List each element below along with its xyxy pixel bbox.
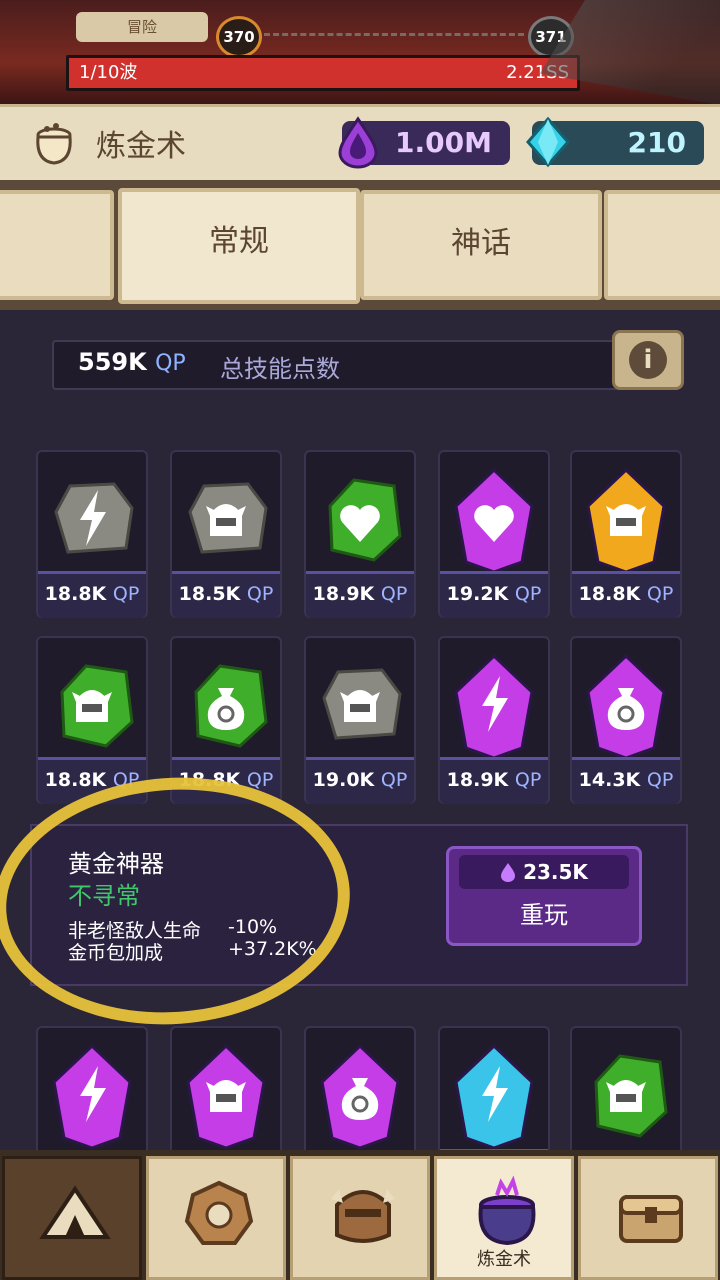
treasure-chest-icon (619, 1195, 683, 1243)
stat-value: -10% (228, 916, 278, 938)
wave-progress-bar: 1/10波 2.21SS (66, 55, 580, 91)
artifact-cost: 18.9K QP (440, 757, 548, 804)
alchemy-header: 炼金术 1.00M 210 (0, 104, 720, 184)
artifact-slot[interactable] (36, 1026, 148, 1166)
purple-gem (586, 653, 666, 760)
essence-drop-icon (338, 116, 378, 169)
artifact-slot[interactable]: 19.0K QP (304, 636, 416, 804)
artifact-cost: 14.3K QP (572, 757, 680, 804)
artifact-cost: 18.8K QP (572, 571, 680, 618)
current-level-badge: 370 (216, 16, 262, 58)
gray-gem (54, 482, 134, 554)
stone-rune-icon (184, 1180, 254, 1245)
artifact-name: 黄金神器 (68, 850, 164, 878)
info-icon: i (629, 341, 667, 379)
artifact-slot[interactable]: 18.8K QP (36, 636, 148, 804)
purple-gem (320, 1043, 400, 1150)
essence-drop-icon (501, 863, 516, 882)
adventure-tag[interactable]: 冒险 (76, 12, 208, 42)
nav-camp[interactable] (2, 1156, 142, 1280)
artifact-slot[interactable]: 18.9K QP (438, 636, 550, 804)
gray-gem (322, 668, 402, 740)
cauldron-icon (478, 1175, 536, 1246)
total-qp-bar: 559K QP 总技能点数 (52, 340, 636, 390)
artifact-cost: 19.2K QP (440, 571, 548, 618)
cyan-gem (454, 1043, 534, 1150)
tab-previous[interactable] (0, 190, 114, 300)
bottom-nav: 炼金术 (0, 1150, 720, 1280)
purple-gem (454, 653, 534, 760)
replay-cost: 23.5K (459, 855, 629, 889)
purple-gem (454, 467, 534, 574)
nav-alchemy[interactable]: 炼金术 (434, 1156, 574, 1280)
gem-counter: 210 (526, 116, 704, 168)
artifact-slot[interactable] (170, 1026, 282, 1166)
tab-normal[interactable]: 常规 (118, 188, 360, 304)
tab-bar: 常规 神话 (0, 180, 720, 310)
gold-gem (586, 467, 666, 574)
top-banner: 冒险 370 371 1/10波 2.21SS (0, 0, 720, 105)
artifact-panel: 559K QP 总技能点数 i 18.8K QP 18.5K QP 18.9K QP… (0, 310, 720, 1166)
artifact-cost: 18.9K QP (306, 571, 414, 618)
page-title: 炼金术 (96, 129, 186, 164)
level-progress-dots (264, 33, 524, 36)
qp-unit: QP (155, 351, 186, 376)
artifact-slot[interactable]: 14.3K QP (570, 636, 682, 804)
stat-value: +37.2K% (228, 938, 317, 960)
knight-helmet-icon (331, 1189, 395, 1243)
tab-mythic[interactable]: 神话 (360, 190, 602, 300)
green-gem (328, 478, 402, 562)
green-gem (60, 664, 134, 748)
artifact-cost: 18.8K QP (38, 571, 146, 618)
artifact-cost: 18.5K QP (172, 571, 280, 618)
artifact-detail-panel: 黄金神器 不寻常 非老怪敌人生命 -10% 金币包加成 +37.2K% 23.5… (30, 824, 688, 986)
artifact-slot[interactable]: 18.9K QP (304, 450, 416, 618)
nav-runes[interactable] (146, 1156, 286, 1280)
qp-label: 总技能点数 (220, 355, 340, 383)
wave-count: 1/10波 (79, 62, 138, 83)
info-button[interactable]: i (612, 330, 684, 390)
purple-gem (186, 1043, 266, 1150)
green-gem (594, 1054, 668, 1138)
replay-cost-value: 23.5K (523, 860, 588, 884)
stat-label: 金币包加成 (68, 942, 164, 964)
camp-tent-icon (39, 1185, 111, 1239)
artifact-slot[interactable]: 18.5K QP (170, 450, 282, 618)
next-level-badge: 371 (528, 16, 574, 58)
artifact-rarity: 不寻常 (68, 882, 140, 910)
gray-gem (188, 482, 268, 554)
qp-value: 559K (78, 348, 147, 376)
replay-button[interactable]: 23.5K 重玩 (446, 846, 642, 946)
diamond-icon (526, 116, 570, 168)
wave-value: 2.21SS (506, 62, 569, 83)
artifact-cost: 18.8K QP (172, 757, 280, 804)
artifact-cost: 19.0K QP (306, 757, 414, 804)
artifact-slot[interactable]: 18.8K QP (170, 636, 282, 804)
green-gem (194, 664, 268, 748)
tab-next[interactable] (604, 190, 720, 300)
essence-value: 1.00M (395, 126, 492, 159)
artifact-slot[interactable]: 18.8K QP (36, 450, 148, 618)
purple-gem (52, 1043, 132, 1150)
nav-heroes[interactable] (290, 1156, 430, 1280)
replay-label: 重玩 (520, 901, 568, 929)
artifact-cost: 18.8K QP (38, 757, 146, 804)
nav-label-alchemy: 炼金术 (477, 1249, 531, 1270)
artifact-slot[interactable] (570, 1026, 682, 1166)
artifact-slot[interactable] (304, 1026, 416, 1166)
artifact-stat: 金币包加成 +37.2K% (68, 938, 317, 965)
nav-chest[interactable] (578, 1156, 718, 1280)
artifact-slot[interactable]: 19.2K QP (438, 450, 550, 618)
gem-value: 210 (627, 126, 686, 159)
essence-counter: 1.00M (338, 116, 510, 169)
artifact-slot[interactable]: 18.6K (438, 1026, 550, 1166)
cauldron-icon (36, 123, 72, 165)
artifact-slot[interactable]: 18.8K QP (570, 450, 682, 618)
